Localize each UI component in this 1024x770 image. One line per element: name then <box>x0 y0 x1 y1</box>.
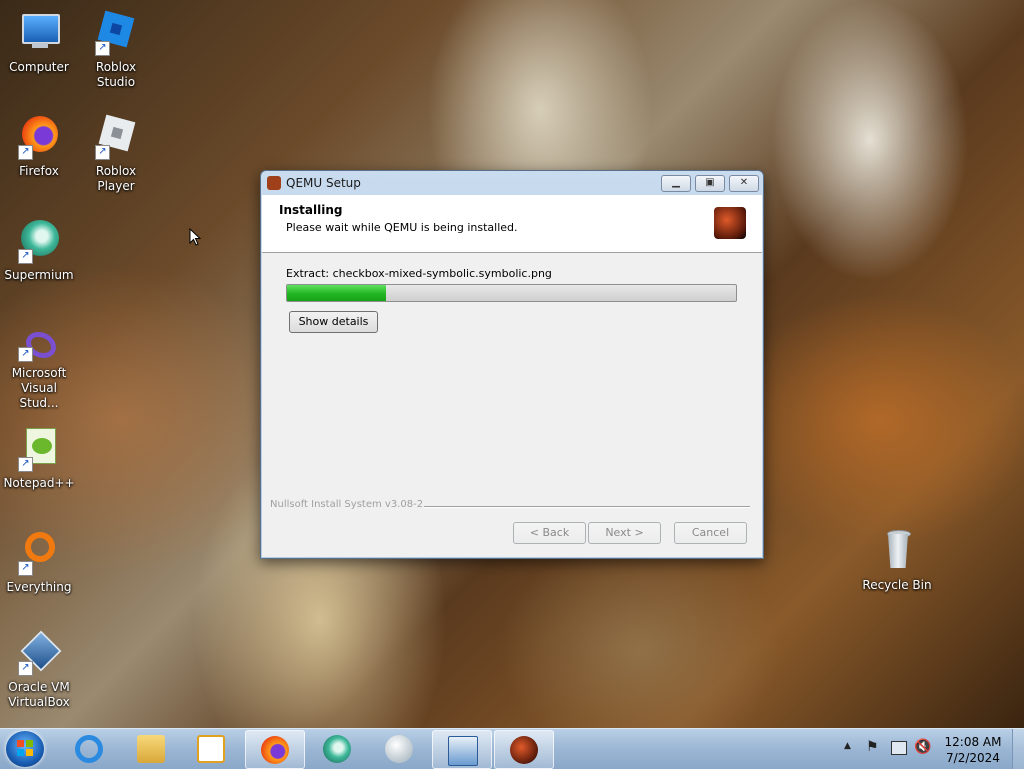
folder-icon <box>137 735 165 763</box>
taskbar-pinned-app[interactable] <box>370 730 428 767</box>
desktop-icon-virtualbox[interactable]: ↗ Oracle VM VirtualBox <box>0 630 78 710</box>
desktop-icon-label: Oracle VM VirtualBox <box>8 680 70 709</box>
desktop-icon-label: Everything <box>6 580 72 594</box>
windows-logo-icon <box>17 740 33 756</box>
qemu-app-icon <box>267 176 281 190</box>
qemu-logo-icon <box>714 207 746 239</box>
clock-time: 12:08 AM <box>944 735 1002 749</box>
back-button[interactable]: < Back <box>513 522 586 544</box>
show-details-button[interactable]: Show details <box>289 311 378 333</box>
sphere-icon <box>385 735 413 763</box>
virtualbox-icon: ↗ <box>16 630 62 676</box>
desktop-icon-visual-studio[interactable]: ↗ Microsoft Visual Stud... <box>0 330 78 411</box>
desktop-icon-firefox[interactable]: ↗ Firefox <box>0 114 78 179</box>
start-button[interactable] <box>6 731 44 767</box>
notepadpp-icon: ↗ <box>16 426 62 472</box>
close-button[interactable]: ✕ <box>729 175 759 192</box>
next-button[interactable]: Next > <box>588 522 661 544</box>
show-desktop-button[interactable] <box>1012 729 1024 769</box>
extract-status-text: Extract: checkbox-mixed-symbolic.symboli… <box>286 267 552 280</box>
supermium-icon <box>323 735 351 763</box>
branding-divider <box>424 506 750 508</box>
visual-studio-icon: ↗ <box>16 330 62 362</box>
computer-icon <box>16 10 62 56</box>
desktop-icon-everything[interactable]: ↗ Everything <box>0 530 78 595</box>
firefox-icon <box>261 736 289 764</box>
firefox-icon: ↗ <box>16 114 62 160</box>
roblox-studio-icon: ↗ <box>93 10 139 56</box>
desktop-icon-label: Roblox Player <box>95 164 137 193</box>
taskbar-internet-explorer[interactable] <box>60 730 118 767</box>
shortcut-arrow-icon: ↗ <box>18 457 33 472</box>
minimize-icon: ▁ <box>672 177 680 188</box>
shortcut-arrow-icon: ↗ <box>95 41 110 56</box>
restore-icon: ▣ <box>705 177 715 188</box>
window-client: Installing Please wait while QEMU is bei… <box>262 195 762 557</box>
window-title: QEMU Setup <box>286 176 361 190</box>
taskbar-media-player[interactable] <box>182 730 240 767</box>
desktop-icon-label: Roblox Studio <box>95 60 137 89</box>
media-player-icon <box>197 735 225 763</box>
taskbar-qemu-setup[interactable] <box>494 730 554 769</box>
taskbar: ▲ ⚑ 🔇 12:08 AM 7/2/2024 <box>0 728 1024 769</box>
nsis-branding-text: Nullsoft Install System v3.08-2 <box>270 499 424 510</box>
desktop-icon-label: Supermium <box>4 268 74 282</box>
system-clock[interactable]: 12:08 AM 7/2/2024 <box>940 734 1006 766</box>
qemu-setup-window: QEMU Setup ▁ ▣ ✕ Installing Please wait … <box>260 170 764 559</box>
desktop-icon-supermium[interactable]: ↗ Supermium <box>0 218 78 283</box>
minimize-button[interactable]: ▁ <box>661 175 691 192</box>
desktop-icon-label: Notepad++ <box>3 476 75 490</box>
desktop-icon-label: Microsoft Visual Stud... <box>11 366 67 410</box>
shortcut-arrow-icon: ↗ <box>18 347 33 362</box>
control-panel-icon <box>448 736 478 766</box>
clock-date: 7/2/2024 <box>946 751 1000 765</box>
desktop-icon-roblox-player[interactable]: ↗ Roblox Player <box>77 114 155 194</box>
shortcut-arrow-icon: ↗ <box>95 145 110 160</box>
desktop-icon-label: Recycle Bin <box>862 578 932 592</box>
action-center-flag-icon[interactable]: ⚑ <box>866 739 879 755</box>
supermium-icon: ↗ <box>16 218 62 264</box>
restore-button[interactable]: ▣ <box>695 175 725 192</box>
desktop-icon-computer[interactable]: Computer <box>0 10 78 75</box>
shortcut-arrow-icon: ↗ <box>18 661 33 676</box>
roblox-player-icon: ↗ <box>93 114 139 160</box>
taskbar-file-explorer[interactable] <box>122 730 180 767</box>
page-subtitle: Please wait while QEMU is being installe… <box>286 221 518 234</box>
taskbar-supermium[interactable] <box>308 730 366 767</box>
internet-explorer-icon <box>75 735 103 763</box>
volume-muted-icon[interactable]: 🔇 <box>914 739 931 755</box>
shortcut-arrow-icon: ↗ <box>18 145 33 160</box>
shortcut-arrow-icon: ↗ <box>18 561 33 576</box>
desktop-icon-label: Computer <box>9 60 69 74</box>
desktop-icon-notepadpp[interactable]: ↗ Notepad++ <box>0 426 78 491</box>
desktop-icon-recycle-bin[interactable]: Recycle Bin <box>858 528 936 593</box>
desktop-icon-label: Firefox <box>19 164 59 178</box>
qemu-app-icon <box>510 736 538 764</box>
network-icon[interactable] <box>891 741 907 755</box>
close-icon: ✕ <box>739 177 749 188</box>
page-title: Installing <box>279 203 343 217</box>
desktop-icon-roblox-studio[interactable]: ↗ Roblox Studio <box>77 10 155 90</box>
everything-icon: ↗ <box>16 530 62 576</box>
shortcut-arrow-icon: ↗ <box>18 249 33 264</box>
show-hidden-icons-button[interactable]: ▲ <box>844 741 851 751</box>
installer-header: Installing Please wait while QEMU is bei… <box>262 195 762 253</box>
title-bar[interactable]: QEMU Setup ▁ ▣ ✕ <box>261 171 763 195</box>
install-progress-fill <box>287 285 386 301</box>
mouse-cursor-icon <box>189 228 201 246</box>
cancel-button[interactable]: Cancel <box>674 522 747 544</box>
install-progress-bar <box>286 284 737 302</box>
taskbar-control-panel[interactable] <box>432 730 492 769</box>
taskbar-firefox[interactable] <box>245 730 305 769</box>
recycle-bin-icon <box>874 528 920 574</box>
